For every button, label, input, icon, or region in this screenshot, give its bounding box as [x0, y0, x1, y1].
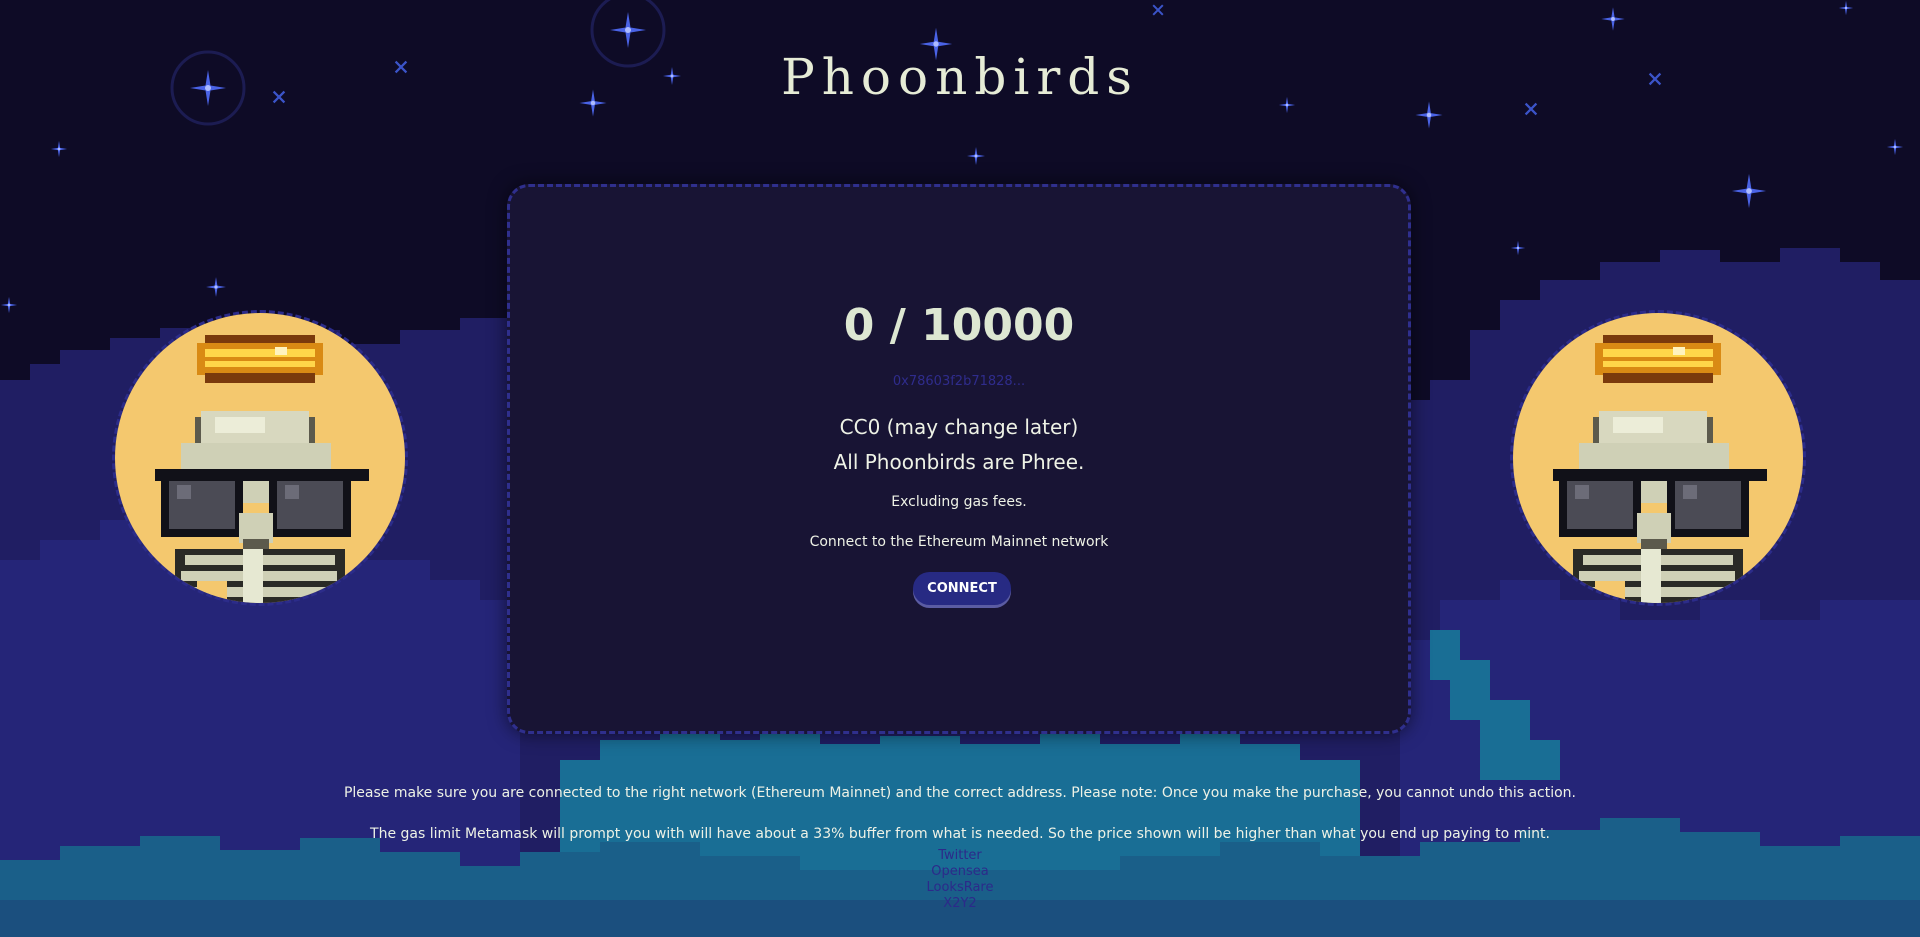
- network-disclaimer: Please make sure you are connected to th…: [343, 785, 1577, 801]
- opensea-link[interactable]: Opensea: [0, 864, 1920, 880]
- skeleton-bird-sunglasses-halo-icon: [1513, 313, 1803, 603]
- looksrare-link[interactable]: LooksRare: [0, 880, 1920, 896]
- connect-button[interactable]: CONNECT: [913, 572, 1011, 605]
- skeleton-bird-sunglasses-halo-icon: [115, 313, 405, 603]
- avatar-left: [112, 310, 408, 606]
- gas-fee-note: Excluding gas fees.: [891, 494, 1027, 510]
- avatar-right: [1510, 310, 1806, 606]
- price-text: All Phoonbirds are Phree.: [833, 450, 1085, 474]
- mint-card: 0 / 10000 0x78603f2b71828... CC0 (may ch…: [507, 184, 1411, 734]
- social-links: Twitter Opensea LooksRare X2Y2: [0, 848, 1920, 912]
- network-instruction: Connect to the Ethereum Mainnet network: [809, 534, 1109, 550]
- twitter-link[interactable]: Twitter: [0, 848, 1920, 864]
- x2y2-link[interactable]: X2Y2: [0, 896, 1920, 912]
- license-text: CC0 (may change later): [839, 415, 1079, 439]
- gas-limit-note: The gas limit Metamask will prompt you w…: [370, 826, 1550, 842]
- contract-address-link[interactable]: 0x78603f2b71828...: [510, 374, 1408, 389]
- page-title: Phoonbirds: [781, 48, 1139, 106]
- minted-supply-counter: 0 / 10000: [843, 300, 1075, 351]
